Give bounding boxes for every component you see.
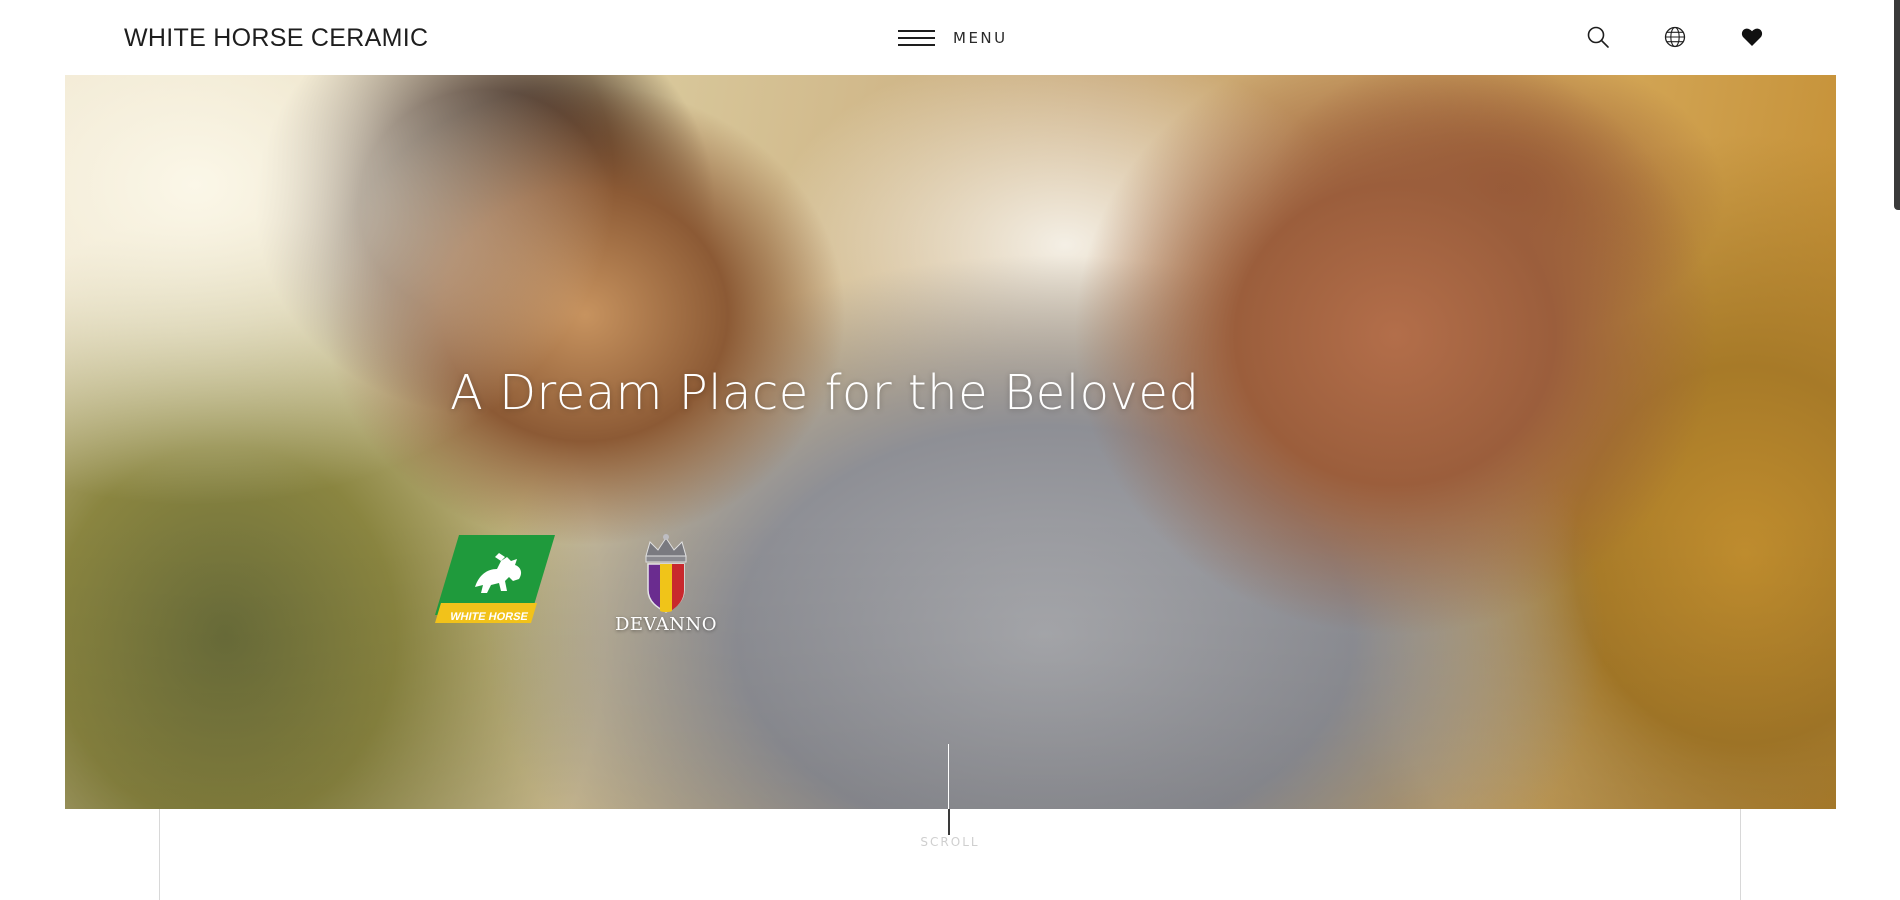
search-icon (1587, 26, 1609, 48)
menu-label: MENU (953, 29, 1008, 47)
scroll-label[interactable]: SCROLL (900, 835, 1000, 849)
page-scrollbar[interactable] (1894, 0, 1900, 210)
white-horse-brand-name: WHITE HORSE (448, 611, 530, 623)
devanno-brand-name: DEVANNO (614, 614, 718, 635)
hero-banner: A Dream Place for the Beloved WHITE HORS… (65, 75, 1836, 809)
hero-title: A Dream Place for the Beloved (450, 365, 1200, 421)
globe-icon (1664, 26, 1686, 48)
white-horse-brand-logo[interactable]: WHITE HORSE (435, 535, 555, 635)
content-frame-left-border (159, 809, 160, 900)
favorites-button[interactable] (1737, 22, 1767, 52)
scroll-indicator-marker (948, 809, 950, 835)
heart-icon (1741, 28, 1763, 46)
devanno-brand-logo[interactable]: DEVANNO (610, 532, 722, 642)
site-logo[interactable]: WHITE HORSE CERAMIC (124, 24, 428, 53)
content-frame-right-border (1740, 809, 1741, 900)
devanno-crest-icon (645, 534, 687, 613)
site-header: WHITE HORSE CERAMIC MENU (0, 0, 1900, 75)
search-button[interactable] (1583, 22, 1613, 52)
language-button[interactable] (1660, 22, 1690, 52)
menu-button[interactable]: MENU (898, 26, 1008, 50)
scroll-indicator-line (948, 744, 949, 809)
hamburger-icon (898, 29, 935, 47)
